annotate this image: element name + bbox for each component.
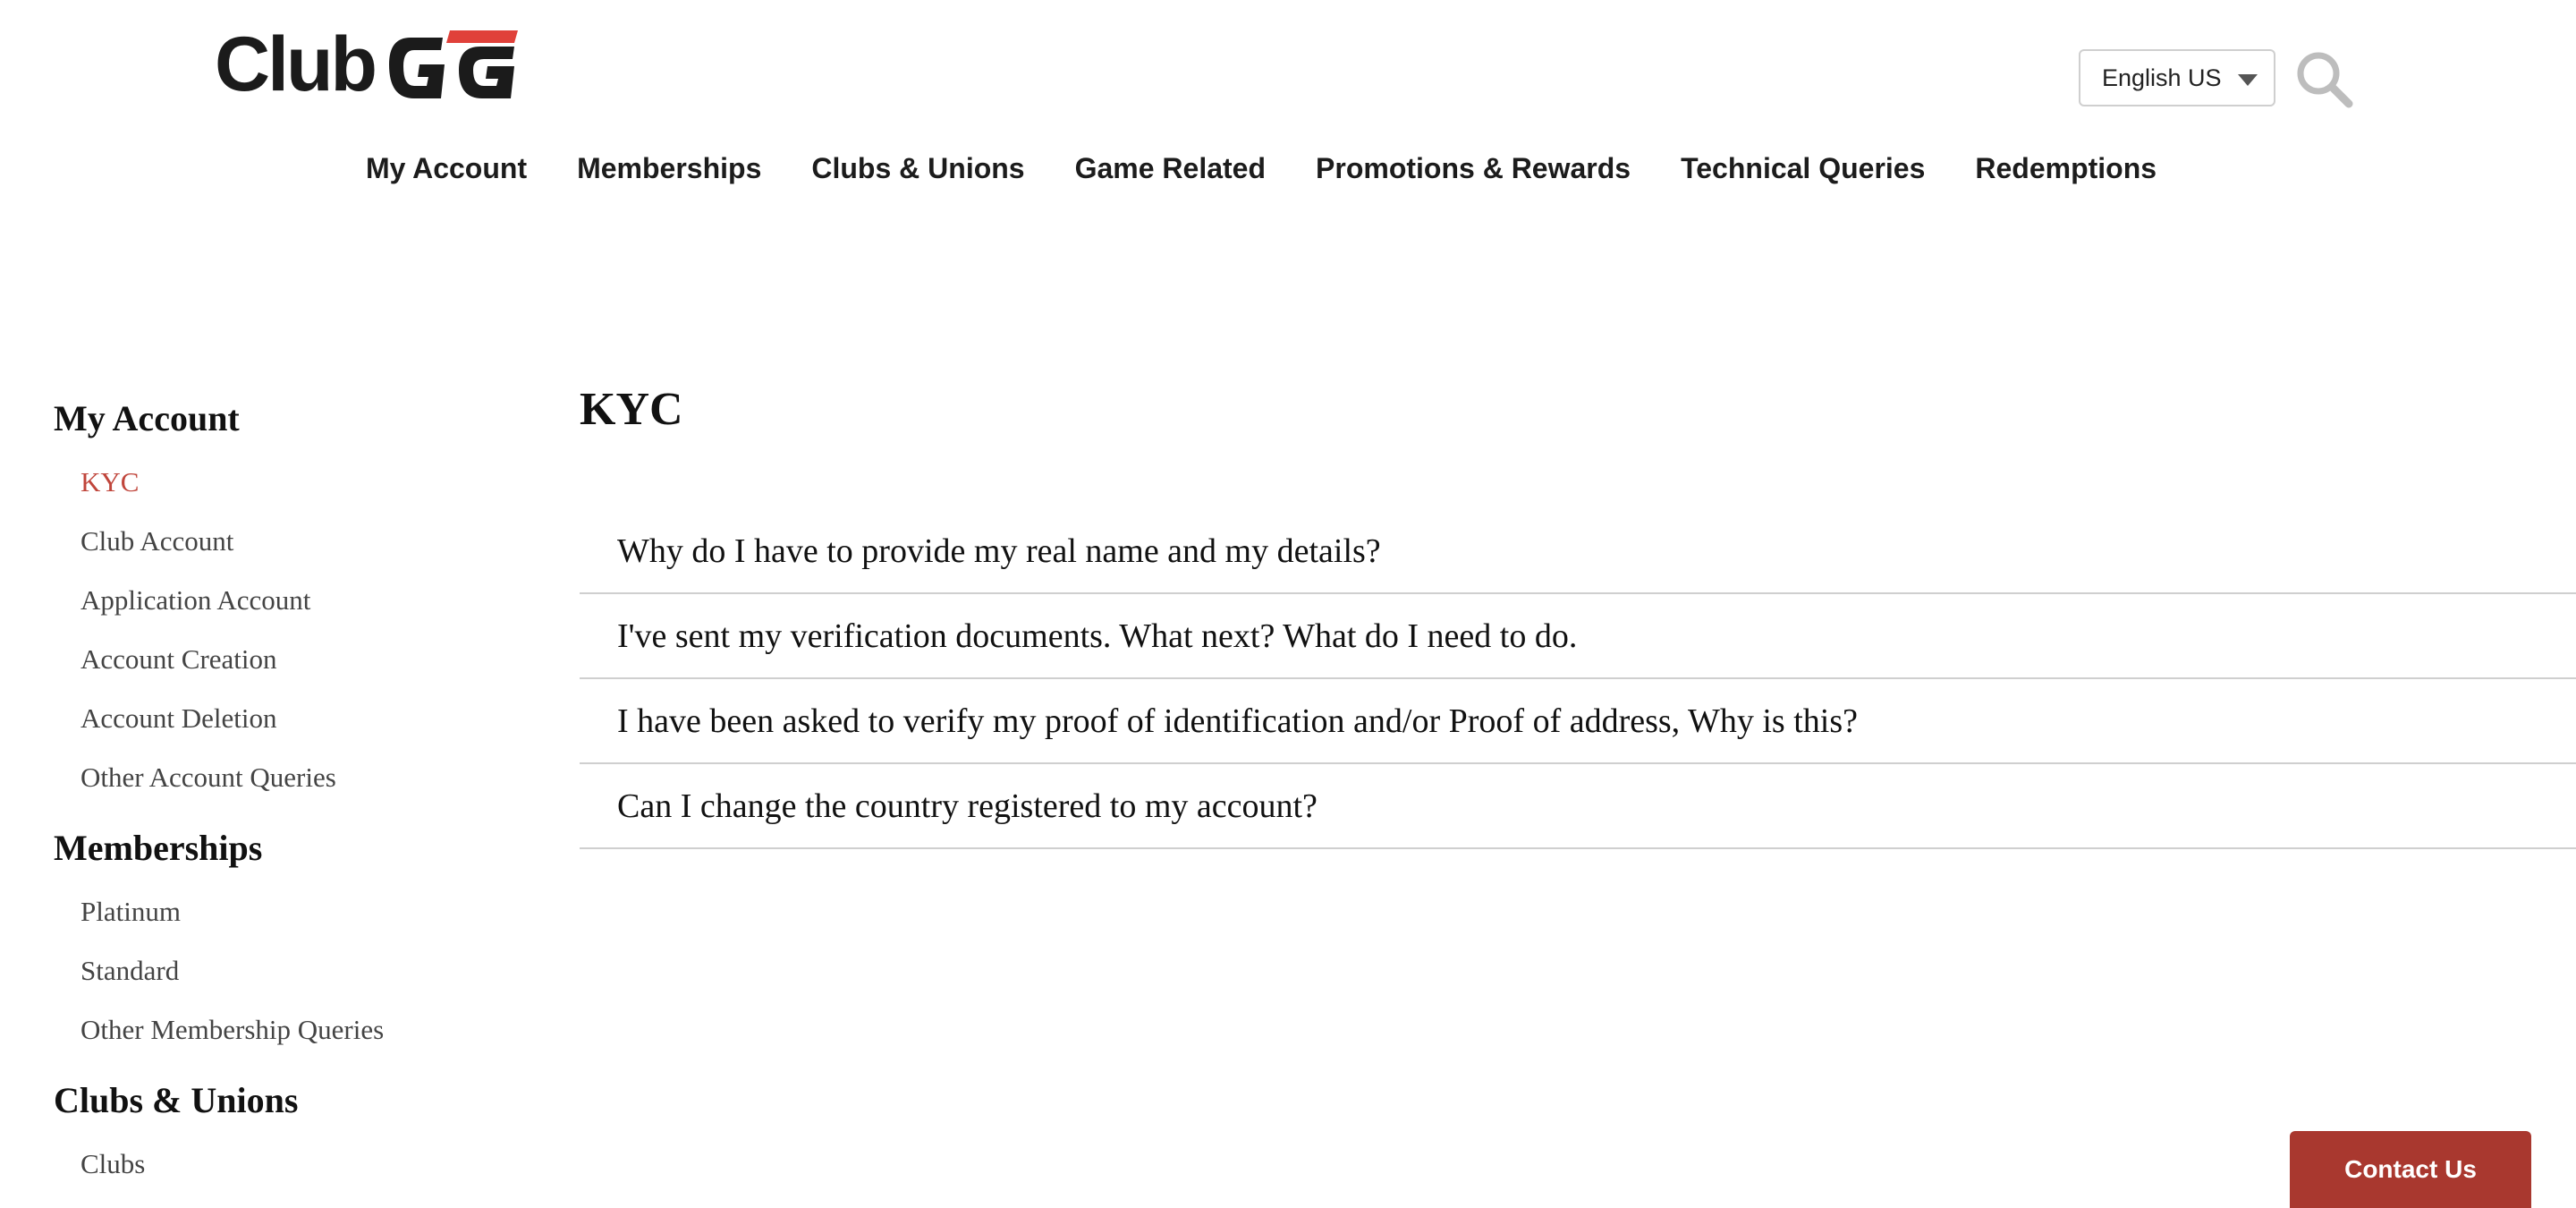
sidebar-item-other-membership-queries[interactable]: Other Membership Queries (54, 1000, 519, 1059)
faq-list: Why do I have to provide my real name an… (580, 510, 2576, 849)
search-icon[interactable] (2293, 48, 2354, 109)
sidebar-heading[interactable]: Memberships (54, 821, 519, 875)
chevron-down-icon (2238, 74, 2258, 86)
nav-clubs-unions[interactable]: Clubs & Unions (811, 152, 1024, 185)
sidebar-item-kyc[interactable]: KYC (54, 453, 519, 512)
contact-us-button[interactable]: Contact Us (2290, 1131, 2531, 1208)
sidebar-section-memberships: Memberships Platinum Standard Other Memb… (54, 821, 519, 1059)
main-content: KYC Why do I have to provide my real nam… (580, 378, 2576, 849)
language-select[interactable]: English US (2079, 49, 2275, 106)
nav-promotions-rewards[interactable]: Promotions & Rewards (1316, 152, 1631, 185)
faq-question[interactable]: I've sent my verification documents. Wha… (580, 594, 2576, 679)
nav-technical-queries[interactable]: Technical Queries (1681, 152, 1925, 185)
sidebar-section-clubs-unions: Clubs & Unions Clubs (54, 1074, 519, 1194)
sidebar-item-platinum[interactable]: Platinum (54, 882, 519, 941)
clubgg-logo[interactable]: Club (215, 25, 520, 104)
page-title: KYC (580, 384, 683, 435)
sidebar-heading[interactable]: Clubs & Unions (54, 1074, 519, 1127)
faq-question[interactable]: Can I change the country registered to m… (580, 764, 2576, 849)
logo-mark (384, 25, 520, 104)
nav-game-related[interactable]: Game Related (1075, 152, 1266, 185)
faq-question[interactable]: Why do I have to provide my real name an… (580, 510, 2576, 594)
sidebar-item-account-deletion[interactable]: Account Deletion (54, 689, 519, 748)
sidebar-heading[interactable]: My Account (54, 392, 519, 446)
faq-question[interactable]: I have been asked to verify my proof of … (580, 679, 2576, 764)
nav-memberships[interactable]: Memberships (577, 152, 761, 185)
sidebar-section-my-account: My Account KYC Club Account Application … (54, 392, 519, 807)
sidebar-item-club-account[interactable]: Club Account (54, 512, 519, 571)
sidebar: My Account KYC Club Account Application … (54, 392, 519, 1208)
logo-text: Club (215, 21, 377, 107)
nav-redemptions[interactable]: Redemptions (1975, 152, 2157, 185)
sidebar-item-clubs[interactable]: Clubs (54, 1135, 519, 1194)
language-value: English US (2102, 64, 2222, 91)
sidebar-item-standard[interactable]: Standard (54, 941, 519, 1000)
sidebar-item-application-account[interactable]: Application Account (54, 571, 519, 630)
sidebar-item-account-creation[interactable]: Account Creation (54, 630, 519, 689)
main-nav: My Account Memberships Clubs & Unions Ga… (0, 143, 2576, 193)
sidebar-item-other-account-queries[interactable]: Other Account Queries (54, 748, 519, 807)
nav-my-account[interactable]: My Account (366, 152, 527, 185)
